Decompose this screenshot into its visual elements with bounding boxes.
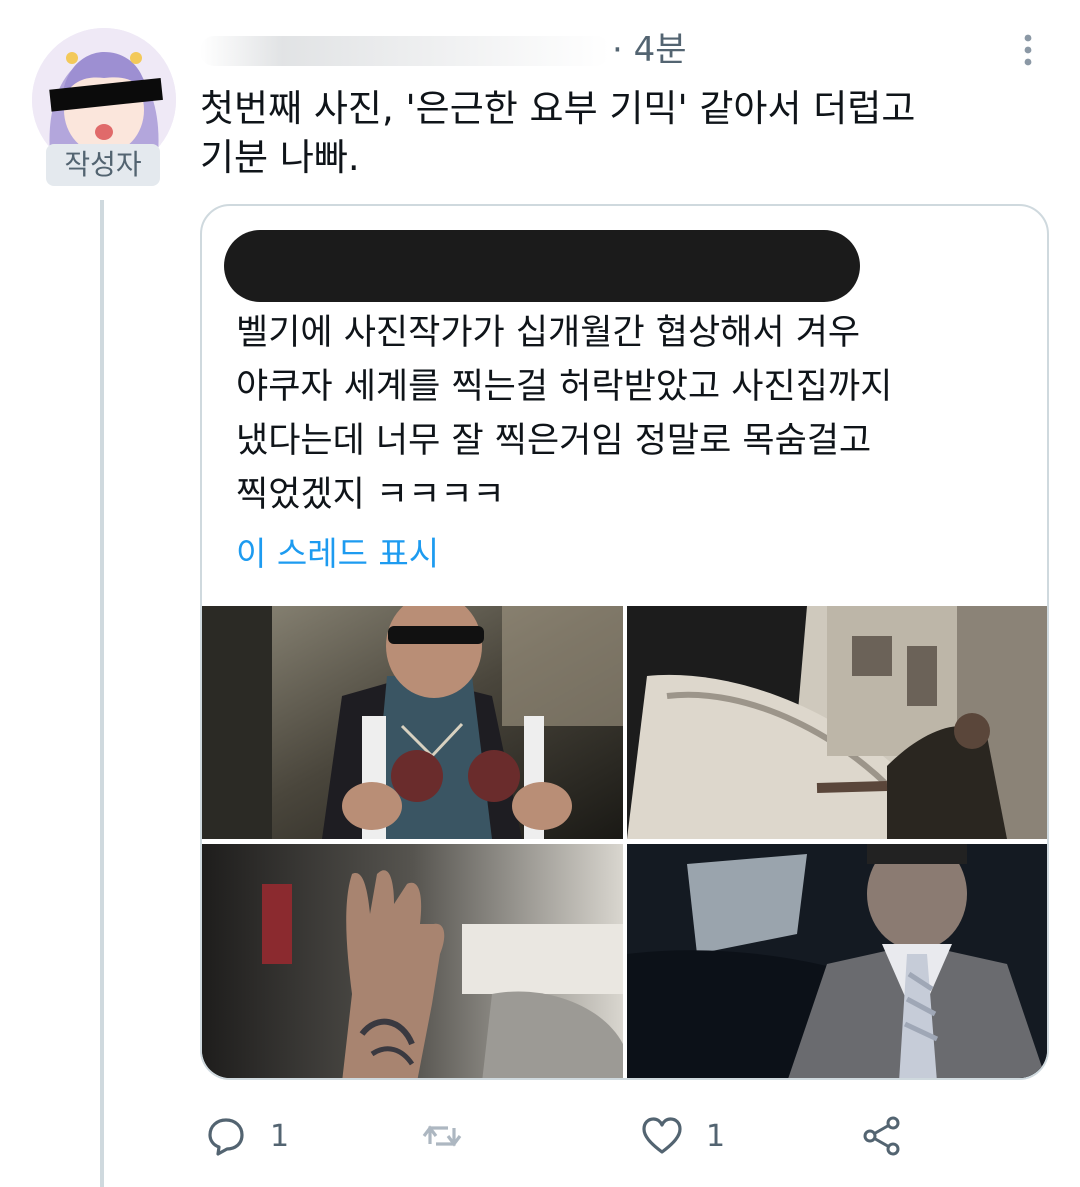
thread-line (100, 200, 104, 1187)
tweet-text: 첫번째 사진, '은근한 요부 기믹' 같아서 더럽고 기분 나빠. (200, 87, 916, 179)
tattooed-chest-photo (202, 606, 623, 839)
share-icon (863, 1116, 900, 1156)
share-button[interactable] (860, 1108, 904, 1164)
redacted-author-name (200, 36, 610, 66)
tweet-time[interactable]: · 4분 (612, 30, 687, 70)
like-count: 1 (706, 1118, 726, 1154)
reply-button[interactable]: 1 (204, 1108, 289, 1164)
photo-2[interactable] (627, 606, 1047, 839)
like-icon (642, 1117, 682, 1154)
redacted-quoted-author (224, 230, 860, 302)
author-badge: 작성자 (46, 144, 160, 186)
quoted-tweet[interactable]: 벨기에 사진작가가 십개월간 협상해서 겨우 야쿠자 세계를 찍는걸 허락받았고… (200, 204, 1049, 1080)
photo-1[interactable] (202, 606, 623, 839)
retweet-icon (422, 1125, 462, 1147)
show-thread-link[interactable]: 이 스레드 표시 (236, 532, 439, 576)
car-street-photo (627, 606, 1047, 839)
more-icon[interactable] (1012, 30, 1044, 70)
tweet-header: · 4분 (200, 26, 1060, 74)
quoted-tweet-text: 벨기에 사진작가가 십개월간 협상해서 겨우 야쿠자 세계를 찍는걸 허락받았고… (236, 313, 893, 515)
reply-count: 1 (270, 1118, 290, 1154)
tattooed-hand-photo (202, 844, 623, 1078)
tweet-actions: 1 1 (200, 1108, 1060, 1164)
photo-4[interactable] (627, 844, 1047, 1078)
reply-icon (208, 1118, 244, 1156)
man-in-car-photo (627, 844, 1047, 1078)
photo-3[interactable] (202, 844, 623, 1078)
like-button[interactable]: 1 (640, 1108, 725, 1164)
retweet-button[interactable] (420, 1108, 464, 1164)
